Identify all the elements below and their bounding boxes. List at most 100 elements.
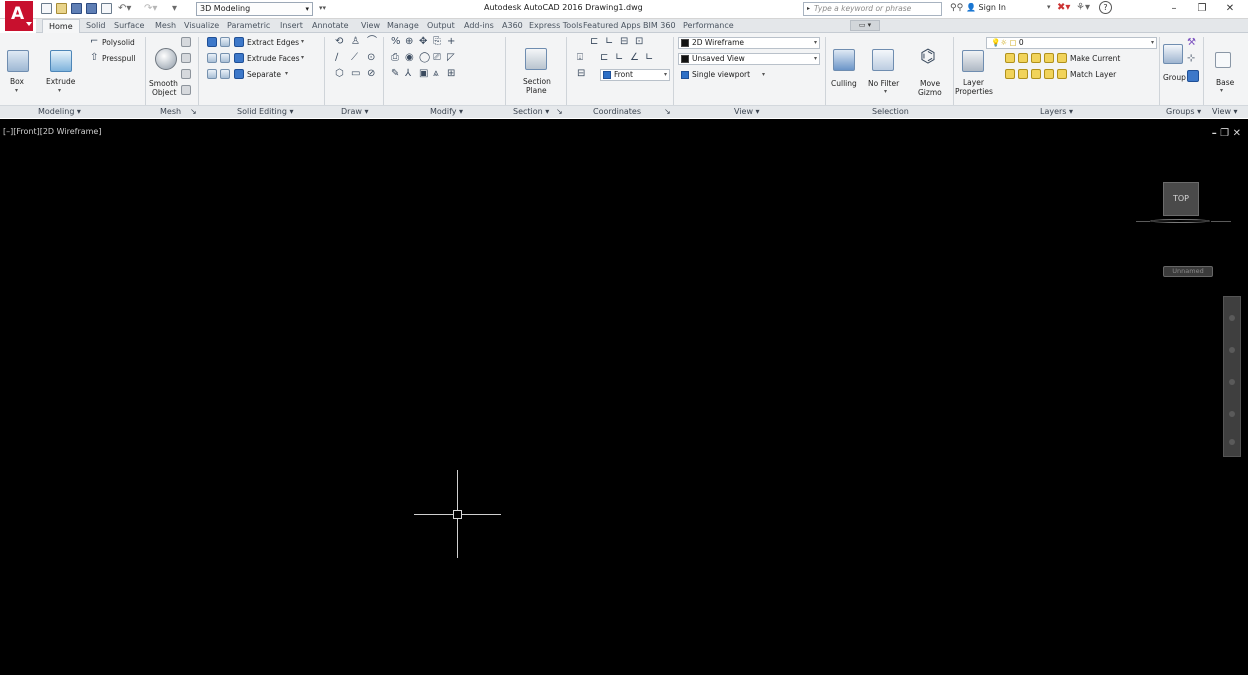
undo-icon[interactable]: ↶▾	[118, 3, 131, 14]
minimize-button[interactable]: –	[1160, 1, 1188, 17]
rectangle-icon[interactable]: ▭	[351, 69, 360, 79]
panel-expand-icon[interactable]: ↘	[664, 106, 671, 119]
erase-icon[interactable]: ✎	[391, 69, 399, 79]
make-current-icon[interactable]	[1057, 53, 1067, 63]
tab-mesh[interactable]: Mesh	[155, 19, 176, 33]
smooth-object-icon[interactable]	[155, 48, 177, 70]
panel-title-layers[interactable]: Layers ▾	[1040, 106, 1073, 119]
extract-edges-icon[interactable]	[234, 37, 244, 47]
tab-bim-360[interactable]: BIM 360	[643, 19, 676, 33]
panel-title-mesh[interactable]: Mesh	[160, 106, 181, 119]
offset-icon[interactable]: ◯	[419, 53, 430, 63]
construction-line-icon[interactable]: ⟋	[351, 53, 358, 63]
intersect-icon[interactable]	[207, 53, 217, 63]
polyline-icon[interactable]: ⟲	[335, 37, 343, 47]
drawing-area[interactable]: [–][Front][2D Wireframe] – ❐ ✕ TOP Unnam…	[0, 119, 1248, 675]
ucs-y-icon[interactable]: ∠	[630, 53, 639, 63]
layer-isolate-icon[interactable]	[1018, 53, 1028, 63]
tab-solid[interactable]: Solid	[86, 19, 106, 33]
panel-expand-icon[interactable]: ↘	[190, 106, 197, 119]
subtract-icon[interactable]	[220, 37, 230, 47]
chamfer-icon[interactable]: ◸	[447, 53, 455, 63]
rotate-icon[interactable]: ◉	[405, 53, 414, 63]
array-icon[interactable]: ▣	[419, 69, 428, 79]
tab-add-ins[interactable]: Add-ins	[464, 19, 494, 33]
wcs-menu-button[interactable]: Unnamed	[1163, 266, 1213, 277]
tab-insert[interactable]: Insert	[280, 19, 303, 33]
make-current-label[interactable]: Make Current	[1070, 54, 1120, 63]
tab-a360[interactable]: A360	[502, 19, 523, 33]
mesh-smooth-icon[interactable]	[181, 53, 191, 63]
redo-dropdown-icon[interactable]: ▾	[172, 3, 183, 14]
exchange-apps-icon[interactable]: ✖▾	[1057, 2, 1070, 13]
application-menu-button[interactable]: A	[5, 1, 33, 31]
ucs-origin-icon[interactable]: ⊟	[620, 37, 628, 47]
pan-icon[interactable]	[1229, 347, 1235, 353]
polysolid-icon[interactable]: ⌐	[90, 37, 98, 47]
zoom-extents-icon[interactable]	[1229, 379, 1235, 385]
orbit-icon[interactable]	[1229, 411, 1235, 417]
match-layer-label[interactable]: Match Layer	[1070, 70, 1116, 79]
extrude-icon[interactable]	[50, 50, 72, 72]
mesh-refine-icon[interactable]	[181, 69, 191, 79]
layer-match-icon[interactable]	[1005, 69, 1015, 79]
layer-properties-icon[interactable]	[962, 50, 984, 72]
chevron-down-icon[interactable]: ▾	[285, 70, 288, 77]
viewport-controls-label[interactable]: [–][Front][2D Wireframe]	[3, 127, 101, 136]
panel-title-coordinates[interactable]: Coordinates	[593, 106, 641, 119]
ucs-face-icon[interactable]: ⊏	[600, 53, 608, 63]
panel-title-section[interactable]: Section ▾	[513, 106, 549, 119]
visual-style-select[interactable]: 2D Wireframe ▾	[678, 37, 820, 49]
ucs-icon[interactable]: ⊏	[590, 37, 598, 47]
box-icon[interactable]	[7, 50, 29, 72]
separate-label[interactable]: Separate	[247, 70, 281, 79]
array-rect-icon[interactable]: ⊞	[447, 69, 455, 79]
extract-edges-label[interactable]: Extract Edges	[247, 38, 299, 47]
spline-icon[interactable]: ♙	[351, 37, 360, 47]
layer-select[interactable]: 💡☼ ▢ 0 ▾	[986, 37, 1157, 49]
panel-expand-icon[interactable]: ↘	[556, 106, 563, 119]
layer-freeze-icon[interactable]	[1031, 53, 1041, 63]
restore-button[interactable]: ❐	[1188, 1, 1216, 17]
group-selection-icon[interactable]	[1187, 70, 1199, 82]
chevron-down-icon[interactable]: ▾	[15, 87, 18, 94]
arc-icon[interactable]: ⌒	[367, 37, 377, 47]
thicken-icon[interactable]	[220, 69, 230, 79]
tab-express-tools[interactable]: Express Tools	[529, 19, 583, 33]
interfere-icon[interactable]	[207, 69, 217, 79]
sign-in-button[interactable]: 👤 Sign In	[966, 3, 1006, 12]
tab-annotate[interactable]: Annotate	[312, 19, 349, 33]
tab-parametric[interactable]: Parametric	[227, 19, 270, 33]
viewcube[interactable]: TOP	[1163, 182, 1199, 216]
ucs-object-icon[interactable]: ⍗	[577, 53, 583, 63]
open-folder-icon[interactable]	[56, 3, 67, 14]
ucs-z-icon[interactable]: ∟	[645, 53, 653, 63]
tab-output[interactable]: Output	[427, 19, 455, 33]
extrude-faces-label[interactable]: Extrude Faces	[247, 54, 300, 63]
chevron-down-icon[interactable]: ▾	[1220, 87, 1223, 94]
stretch-icon[interactable]: ⎚	[433, 53, 441, 63]
layer-walk-icon[interactable]	[1031, 69, 1041, 79]
slice-icon[interactable]	[220, 53, 230, 63]
ucs-world-icon[interactable]: ∟	[605, 37, 613, 47]
tab-featured-apps[interactable]: Featured Apps	[583, 19, 641, 33]
panel-title-draw[interactable]: Draw ▾	[341, 106, 368, 119]
ucs-view-icon[interactable]: ⊡	[635, 37, 643, 47]
culling-icon[interactable]	[833, 49, 855, 71]
showmotion-icon[interactable]	[1229, 439, 1235, 445]
named-view-select[interactable]: Unsaved View ▾	[678, 53, 820, 65]
polysolid-label[interactable]: Polysolid	[102, 38, 135, 47]
tab-performance[interactable]: Performance	[683, 19, 734, 33]
print-icon[interactable]	[101, 3, 112, 14]
tab-view[interactable]: View	[361, 19, 380, 33]
presspull-label[interactable]: Presspull	[102, 54, 135, 63]
layer-unlock-icon[interactable]	[1044, 69, 1054, 79]
layer-previous-icon[interactable]	[1018, 69, 1028, 79]
fillet-icon[interactable]: %	[391, 37, 401, 47]
tab-surface[interactable]: Surface	[114, 19, 144, 33]
chevron-down-icon[interactable]: ▾	[884, 88, 887, 95]
redo-icon[interactable]: ↷▾	[144, 3, 157, 14]
save-icon[interactable]	[71, 3, 82, 14]
panel-title-groups[interactable]: Groups ▾	[1166, 106, 1201, 119]
tab-manage[interactable]: Manage	[387, 19, 419, 33]
